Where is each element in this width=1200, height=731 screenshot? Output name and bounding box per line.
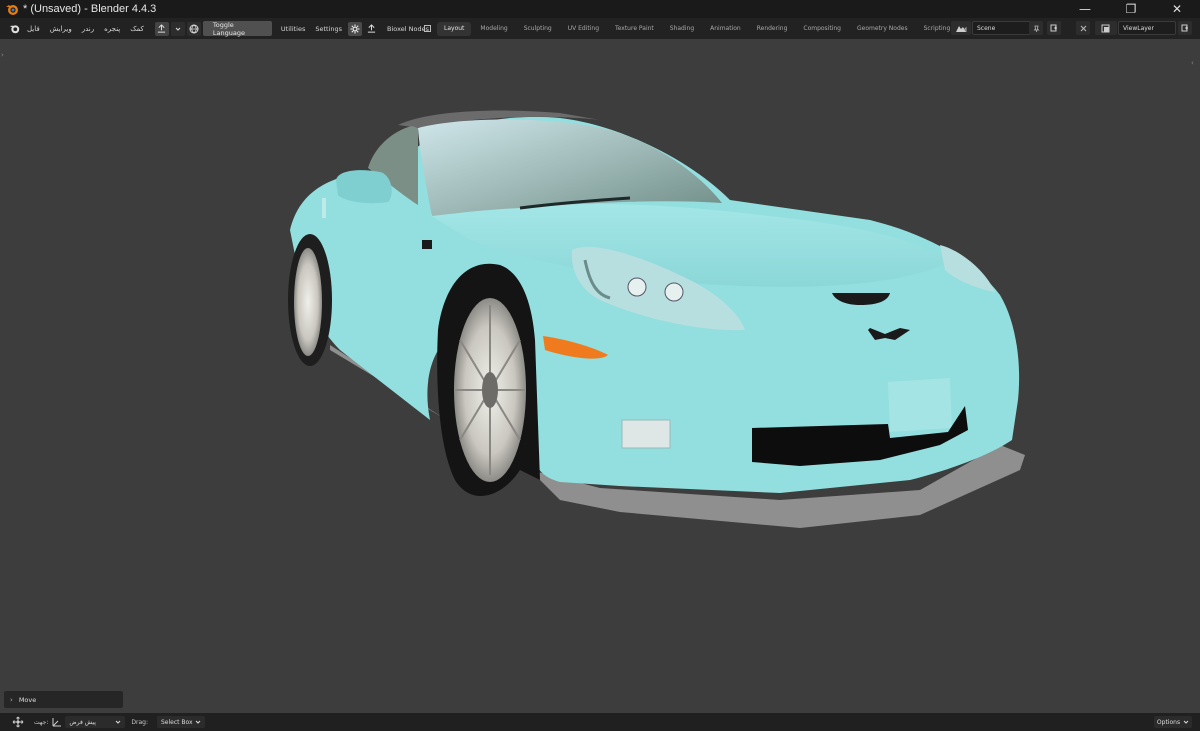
scene-name: Scene — [977, 24, 996, 32]
chevron-down-icon — [195, 720, 201, 724]
checkbox-icon — [423, 25, 431, 32]
window-titlebar: * (Unsaved) - Blender 4.4.3 — ❐ ✕ — [0, 0, 1200, 18]
workspace-toggle-button[interactable] — [420, 22, 434, 36]
workspace-tabs: Layout Modeling Sculpting UV Editing Tex… — [437, 18, 977, 39]
chevron-down-icon — [175, 27, 181, 31]
tab-compositing[interactable]: Compositing — [796, 22, 848, 36]
orientation-icon — [52, 717, 62, 727]
tab-geometry-nodes[interactable]: Geometry Nodes — [850, 22, 915, 36]
utilities-menu[interactable]: Utilities — [276, 25, 310, 33]
top-header-bar: فایل ویرایش رندر پنجره کمک Toggle Langua… — [0, 18, 1200, 39]
view-layer-icon — [1101, 24, 1110, 32]
upload-button[interactable] — [364, 22, 378, 36]
tab-animation[interactable]: Animation — [703, 22, 748, 36]
tab-uv-editing[interactable]: UV Editing — [561, 22, 606, 36]
menu-edit[interactable]: ویرایش — [45, 25, 77, 33]
maximize-button[interactable]: ❐ — [1108, 0, 1154, 18]
drag-label: Drag: — [131, 718, 148, 726]
scene-selector-group: Scene ViewLayer — [950, 21, 1200, 35]
export-dropdown[interactable] — [170, 21, 185, 36]
operator-title: Move — [18, 695, 37, 704]
scene-pin-button[interactable] — [1029, 21, 1043, 35]
view-layer-field[interactable]: ViewLayer — [1118, 21, 1176, 35]
menu-window[interactable]: پنجره — [99, 25, 125, 33]
upload-icon — [367, 24, 375, 33]
toggle-language-button[interactable]: Toggle Language — [202, 21, 272, 37]
menu-render[interactable]: رندر — [77, 25, 99, 33]
tab-shading[interactable]: Shading — [663, 22, 701, 36]
remove-scene-button[interactable] — [1076, 21, 1090, 35]
gear-icon — [350, 24, 360, 33]
new-view-layer-button[interactable] — [1178, 21, 1192, 35]
blender-logo-icon — [9, 25, 19, 34]
chevron-right-icon: › — [10, 695, 13, 704]
sidebar-toggle-icon[interactable]: ‹ — [1191, 59, 1194, 67]
scene-browse-button[interactable] — [951, 21, 971, 35]
move-arrows-icon — [12, 716, 24, 728]
tab-modeling[interactable]: Modeling — [473, 22, 514, 36]
menu-help[interactable]: کمک — [125, 25, 149, 33]
last-operator-panel[interactable]: › Move — [4, 691, 123, 708]
tab-rendering[interactable]: Rendering — [750, 22, 795, 36]
drag-value: Select Box — [161, 718, 193, 726]
direction-value: پیش فرض — [69, 718, 96, 726]
globe-icon — [189, 24, 199, 33]
chevron-down-icon — [1183, 720, 1189, 724]
blender-menu-button[interactable] — [7, 22, 21, 36]
pin-icon — [1033, 25, 1039, 32]
new-scene-button[interactable] — [1047, 21, 1061, 35]
blender-logo-icon — [6, 5, 18, 15]
direction-dropdown[interactable]: پیش فرض — [65, 716, 126, 728]
tab-layout[interactable]: Layout — [437, 21, 472, 36]
3d-viewport[interactable]: ‹ › — [0, 39, 1200, 713]
language-globe-button[interactable] — [186, 21, 201, 36]
minimize-button[interactable]: — — [1062, 0, 1108, 18]
maximize-icon: ❐ — [1125, 2, 1137, 16]
export-button[interactable] — [154, 21, 169, 36]
minimize-icon: — — [1079, 2, 1091, 16]
tab-sculpting[interactable]: Sculpting — [517, 22, 559, 36]
status-bar: جهت: پیش فرض Drag: Select Box Options — [0, 713, 1200, 731]
view-layer-browse-button[interactable] — [1095, 21, 1117, 35]
tab-texture-paint[interactable]: Texture Paint — [608, 22, 661, 36]
close-icon: ✕ — [1171, 2, 1183, 16]
drag-dropdown[interactable]: Select Box — [157, 716, 205, 728]
transform-tool-icon[interactable] — [10, 716, 26, 728]
car-render — [288, 110, 1025, 528]
direction-label: جهت: — [34, 718, 49, 726]
close-button[interactable]: ✕ — [1154, 0, 1200, 18]
settings-menu[interactable]: Settings — [310, 25, 347, 33]
close-icon — [1080, 25, 1086, 31]
view-layer-name: ViewLayer — [1123, 24, 1154, 32]
upload-icon — [158, 24, 166, 33]
window-title: * (Unsaved) - Blender 4.4.3 — [23, 3, 157, 15]
settings-gear-button[interactable] — [348, 21, 363, 36]
menu-file[interactable]: فایل — [22, 25, 45, 33]
options-dropdown[interactable]: Options — [1154, 716, 1192, 728]
toolbar-toggle-icon[interactable]: › — [1, 51, 4, 59]
chevron-down-icon — [116, 720, 121, 724]
duplicate-icon — [1050, 24, 1057, 32]
options-label: Options — [1156, 718, 1181, 726]
duplicate-icon — [1181, 24, 1188, 32]
scene-icon — [956, 25, 967, 32]
